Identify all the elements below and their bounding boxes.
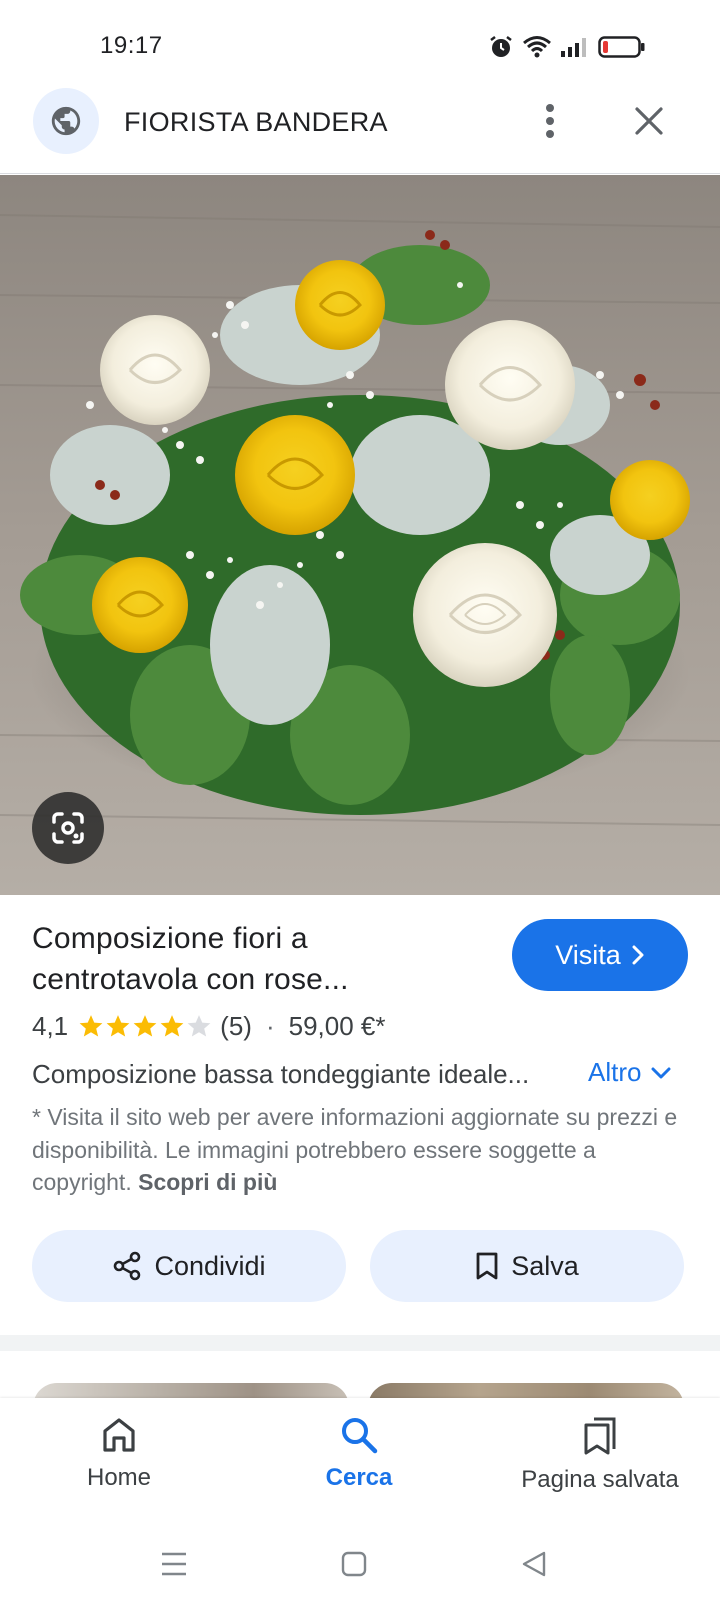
globe-icon xyxy=(51,106,81,136)
visit-button[interactable]: Visita xyxy=(512,919,688,991)
more-vert-icon xyxy=(546,104,554,138)
home-icon xyxy=(103,1418,135,1452)
learn-more-link[interactable]: Scopri di più xyxy=(138,1169,277,1195)
lens-button[interactable] xyxy=(32,792,104,864)
section-divider xyxy=(0,1335,720,1351)
rating-value: 4,1 xyxy=(32,1010,69,1041)
close-icon xyxy=(635,107,663,135)
system-navigation xyxy=(0,1526,720,1600)
status-time: 19:17 xyxy=(100,32,163,59)
nav-saved-page[interactable]: Pagina salvata xyxy=(500,1416,700,1494)
product-image[interactable] xyxy=(0,175,720,895)
share-icon xyxy=(114,1251,141,1281)
save-label: Salva xyxy=(511,1250,579,1281)
separator-dot: · xyxy=(265,1010,275,1041)
bottom-navigation: Home Cerca Pagina salvata xyxy=(0,1398,720,1526)
product-title[interactable]: Composizione fiori a centrotavola con ro… xyxy=(32,918,472,1000)
star-full-icon xyxy=(160,1015,184,1037)
home-square-icon xyxy=(341,1551,367,1577)
product-description: Composizione bassa tondeggiante ideale..… xyxy=(32,1058,530,1089)
nav-home[interactable]: Home xyxy=(19,1416,219,1492)
status-bar: 19:17 xyxy=(0,0,720,80)
star-full-icon xyxy=(133,1015,157,1037)
chevron-right-icon xyxy=(632,945,644,965)
nav-search[interactable]: Cerca xyxy=(259,1416,459,1492)
back-triangle-icon xyxy=(522,1551,546,1577)
alarm-icon xyxy=(490,36,512,57)
description-row: Composizione bassa tondeggiante ideale..… xyxy=(32,1055,692,1093)
more-label: Altro xyxy=(588,1057,642,1087)
recents-button[interactable] xyxy=(154,1544,194,1584)
battery-icon xyxy=(598,36,645,58)
flower-arrangement-image xyxy=(0,175,720,895)
status-icons xyxy=(488,33,646,61)
search-icon xyxy=(342,1418,378,1454)
more-button[interactable]: Altro xyxy=(588,1057,671,1088)
product-title-line2: centrotavola con rose... xyxy=(32,963,349,996)
system-home-button[interactable] xyxy=(334,1544,374,1584)
system-back-button[interactable] xyxy=(514,1544,554,1584)
price: 59,00 €* xyxy=(288,1010,386,1041)
product-title-line1: Composizione fiori a xyxy=(32,922,308,955)
star-full-icon xyxy=(79,1015,103,1037)
star-empty-icon xyxy=(187,1015,211,1037)
disclaimer-text: * Visita il sito web per avere informazi… xyxy=(32,1104,678,1195)
bookmarks-icon xyxy=(584,1417,616,1455)
visit-label: Visita xyxy=(555,939,621,970)
chevron-down-icon xyxy=(651,1067,671,1078)
save-button[interactable]: Salva xyxy=(370,1230,684,1302)
more-options-button[interactable] xyxy=(530,98,570,144)
wifi-icon xyxy=(523,36,551,58)
app-header: FIORISTA BANDERA xyxy=(0,80,720,174)
share-label: Condividi xyxy=(154,1250,266,1281)
nav-saved-label: Pagina salvata xyxy=(521,1466,679,1493)
bookmark-icon xyxy=(476,1252,498,1280)
recents-icon xyxy=(162,1552,186,1576)
disclaimer: * Visita il sito web per avere informazi… xyxy=(32,1101,698,1199)
review-count[interactable]: (5) xyxy=(220,1011,252,1042)
rating-row: 4,1 (5) · 59,00 €* xyxy=(32,1008,385,1044)
signal-icon xyxy=(561,38,586,57)
nav-home-label: Home xyxy=(86,1464,152,1491)
site-info-button[interactable] xyxy=(33,88,99,154)
star-rating xyxy=(78,1013,212,1039)
nav-search-label: Cerca xyxy=(325,1464,393,1491)
share-button[interactable]: Condividi xyxy=(32,1230,346,1302)
star-full-icon xyxy=(106,1015,130,1037)
close-button[interactable] xyxy=(626,98,672,144)
site-title: FIORISTA BANDERA xyxy=(124,107,388,137)
lens-icon xyxy=(52,812,84,844)
